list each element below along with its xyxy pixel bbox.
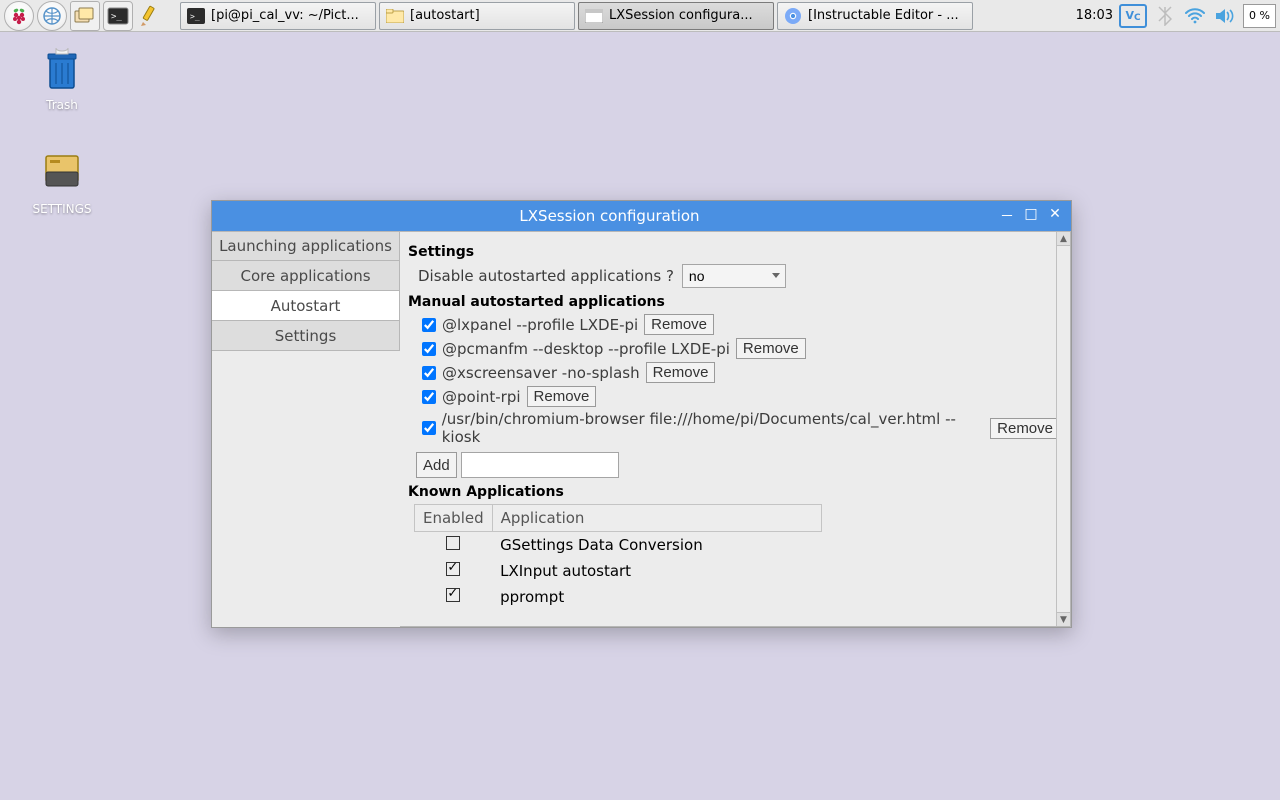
scrollbar[interactable]: ▲ ▼ [1056, 232, 1070, 626]
pencil-icon [140, 5, 162, 27]
manual-item-checkbox[interactable] [422, 366, 436, 380]
remove-button[interactable]: Remove [990, 418, 1060, 439]
bluetooth-icon[interactable] [1153, 4, 1177, 28]
tab-settings[interactable]: Settings [212, 321, 400, 351]
volume-icon[interactable] [1213, 4, 1237, 28]
svg-text:>_: >_ [111, 12, 122, 22]
raspberry-icon [9, 6, 29, 26]
add-input[interactable] [461, 452, 619, 478]
task-label: [pi@pi_cal_vv: ~/Pict... [211, 8, 359, 23]
manual-item: @xscreensaver -no-splash Remove [422, 362, 1060, 383]
vnc-icon[interactable]: VC [1119, 4, 1147, 28]
table-row: pprompt [415, 584, 822, 610]
app-label: LXInput autostart [492, 558, 821, 584]
known-heading: Known Applications [408, 484, 1060, 500]
enable-checkbox[interactable] [446, 562, 460, 576]
manual-item-checkbox[interactable] [422, 318, 436, 332]
manual-item-label: @pcmanfm --desktop --profile LXDE-pi [442, 340, 730, 358]
close-button[interactable]: ✕ [1047, 206, 1063, 226]
manual-item: /usr/bin/chromium-browser file:///home/p… [422, 410, 1060, 446]
terminal-launcher-icon[interactable]: >_ [103, 1, 133, 31]
taskbar: >_ >_ [pi@pi_cal_vv: ~/Pict... [autostar… [0, 0, 1280, 32]
terminal-icon: >_ [107, 7, 129, 25]
manual-item-label: @lxpanel --profile LXDE-pi [442, 316, 638, 334]
manual-item: @pcmanfm --desktop --profile LXDE-pi Rem… [422, 338, 1060, 359]
editor-launcher-icon[interactable] [136, 1, 166, 31]
window-title: LXSession configuration [220, 207, 999, 225]
window-icon [585, 7, 603, 25]
table-row: GSettings Data Conversion [415, 532, 822, 559]
globe-icon [42, 6, 62, 26]
desktop-icon-trash[interactable]: Trash [20, 46, 104, 112]
minimize-button[interactable]: － [999, 206, 1015, 226]
folders-icon [74, 7, 96, 25]
trash-icon [38, 46, 86, 94]
menu-raspberry-icon[interactable] [4, 1, 34, 31]
desktop-icon-label: SETTINGS [20, 202, 104, 216]
tab-launching-applications[interactable]: Launching applications [212, 231, 400, 261]
manual-item-label: @xscreensaver -no-splash [442, 364, 640, 382]
folder-icon [386, 7, 404, 25]
remove-button[interactable]: Remove [527, 386, 597, 407]
manual-item: @lxpanel --profile LXDE-pi Remove [422, 314, 1060, 335]
table-row: LXInput autostart [415, 558, 822, 584]
task-label: LXSession configura... [609, 8, 753, 23]
manual-item-label: @point-rpi [442, 388, 521, 406]
manual-heading: Manual autostarted applications [408, 294, 1060, 310]
task-chromium[interactable]: [Instructable Editor - ... [777, 2, 973, 30]
svg-text:>_: >_ [190, 12, 200, 21]
known-apps-table: Enabled Application GSettings Data Conve… [414, 504, 822, 610]
task-terminal[interactable]: >_ [pi@pi_cal_vv: ~/Pict... [180, 2, 376, 30]
desktop-icon-settings[interactable]: SETTINGS [20, 150, 104, 216]
col-enabled[interactable]: Enabled [415, 505, 493, 532]
task-label: [Instructable Editor - ... [808, 8, 959, 23]
enable-checkbox[interactable] [446, 588, 460, 602]
col-application[interactable]: Application [492, 505, 821, 532]
manual-item-checkbox[interactable] [422, 342, 436, 356]
maximize-button[interactable]: □ [1023, 206, 1039, 226]
lxsession-window: LXSession configuration － □ ✕ Launching … [211, 200, 1072, 628]
enable-checkbox[interactable] [446, 536, 460, 550]
terminal-icon: >_ [187, 7, 205, 25]
titlebar[interactable]: LXSession configuration － □ ✕ [212, 201, 1071, 231]
tab-autostart[interactable]: Autostart [212, 291, 400, 321]
manual-item-checkbox[interactable] [422, 390, 436, 404]
manual-item: @point-rpi Remove [422, 386, 1060, 407]
tab-strip: Launching applications Core applications… [212, 231, 400, 627]
scroll-up-icon[interactable]: ▲ [1057, 232, 1070, 246]
app-label: pprompt [492, 584, 821, 610]
disable-autostart-select[interactable]: no [682, 264, 786, 288]
card-icon [38, 150, 86, 198]
remove-button[interactable]: Remove [646, 362, 716, 383]
system-tray: 18:03 VC 0 % [1076, 4, 1276, 28]
remove-button[interactable]: Remove [736, 338, 806, 359]
app-label: GSettings Data Conversion [492, 532, 821, 559]
task-lxsession[interactable]: LXSession configura... [578, 2, 774, 30]
file-manager-launcher-icon[interactable] [70, 1, 100, 31]
disable-autostart-label: Disable autostarted applications ? [418, 267, 674, 285]
wifi-icon[interactable] [1183, 4, 1207, 28]
browser-launcher-icon[interactable] [37, 1, 67, 31]
clock[interactable]: 18:03 [1076, 8, 1113, 23]
task-autostart[interactable]: [autostart] [379, 2, 575, 30]
tab-core-applications[interactable]: Core applications [212, 261, 400, 291]
settings-heading: Settings [408, 244, 1060, 260]
content-pane: ▲ ▼ Settings Disable autostarted applica… [400, 231, 1071, 627]
chromium-icon [784, 7, 802, 25]
remove-button[interactable]: Remove [644, 314, 714, 335]
manual-item-checkbox[interactable] [422, 421, 436, 435]
scroll-down-icon[interactable]: ▼ [1057, 612, 1070, 626]
task-label: [autostart] [410, 8, 480, 23]
cpu-usage[interactable]: 0 % [1243, 4, 1276, 28]
manual-item-label: /usr/bin/chromium-browser file:///home/p… [442, 410, 984, 446]
add-button[interactable]: Add [416, 452, 457, 478]
desktop-icon-label: Trash [20, 98, 104, 112]
